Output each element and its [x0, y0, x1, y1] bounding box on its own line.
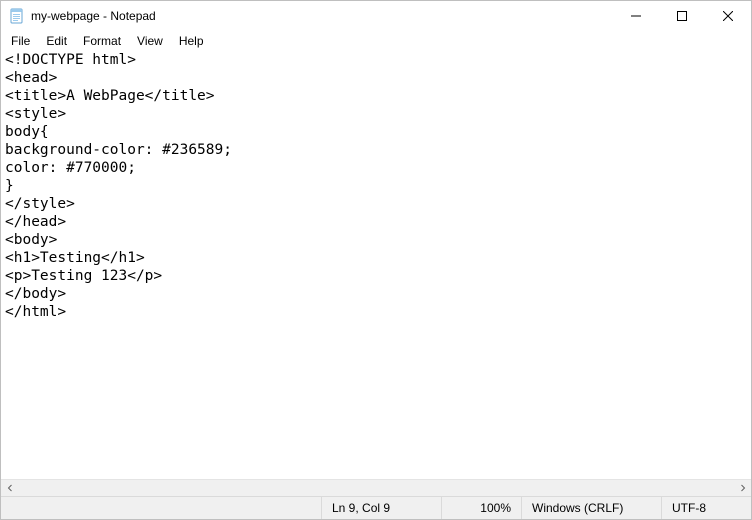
menu-edit[interactable]: Edit — [38, 33, 75, 50]
close-icon — [723, 11, 733, 21]
maximize-button[interactable] — [659, 1, 705, 31]
notepad-window: my-webpage - Notepad File Edit Format Vi… — [0, 0, 752, 520]
horizontal-scrollbar[interactable] — [1, 479, 751, 496]
status-line-ending: Windows (CRLF) — [521, 497, 661, 519]
status-position: Ln 9, Col 9 — [321, 497, 441, 519]
text-editor[interactable]: <!DOCTYPE html> <head> <title>A WebPage<… — [1, 51, 751, 479]
chevron-left-icon — [6, 484, 14, 492]
editor-content: <!DOCTYPE html> <head> <title>A WebPage<… — [1, 51, 751, 321]
chevron-right-icon — [739, 484, 747, 492]
titlebar: my-webpage - Notepad — [1, 1, 751, 31]
menu-format[interactable]: Format — [75, 33, 129, 50]
scroll-right-button[interactable] — [734, 480, 751, 497]
notepad-icon — [9, 8, 25, 24]
minimize-button[interactable] — [613, 1, 659, 31]
statusbar: Ln 9, Col 9 100% Windows (CRLF) UTF-8 — [1, 496, 751, 519]
status-spacer — [1, 497, 321, 519]
menu-help[interactable]: Help — [171, 33, 212, 50]
maximize-icon — [677, 11, 687, 21]
menubar: File Edit Format View Help — [1, 31, 751, 51]
minimize-icon — [631, 11, 641, 21]
scroll-track[interactable] — [18, 480, 734, 497]
status-encoding: UTF-8 — [661, 497, 751, 519]
menu-file[interactable]: File — [3, 33, 38, 50]
scroll-left-button[interactable] — [1, 480, 18, 497]
menu-view[interactable]: View — [129, 33, 171, 50]
close-button[interactable] — [705, 1, 751, 31]
window-title: my-webpage - Notepad — [31, 9, 156, 23]
status-zoom: 100% — [441, 497, 521, 519]
